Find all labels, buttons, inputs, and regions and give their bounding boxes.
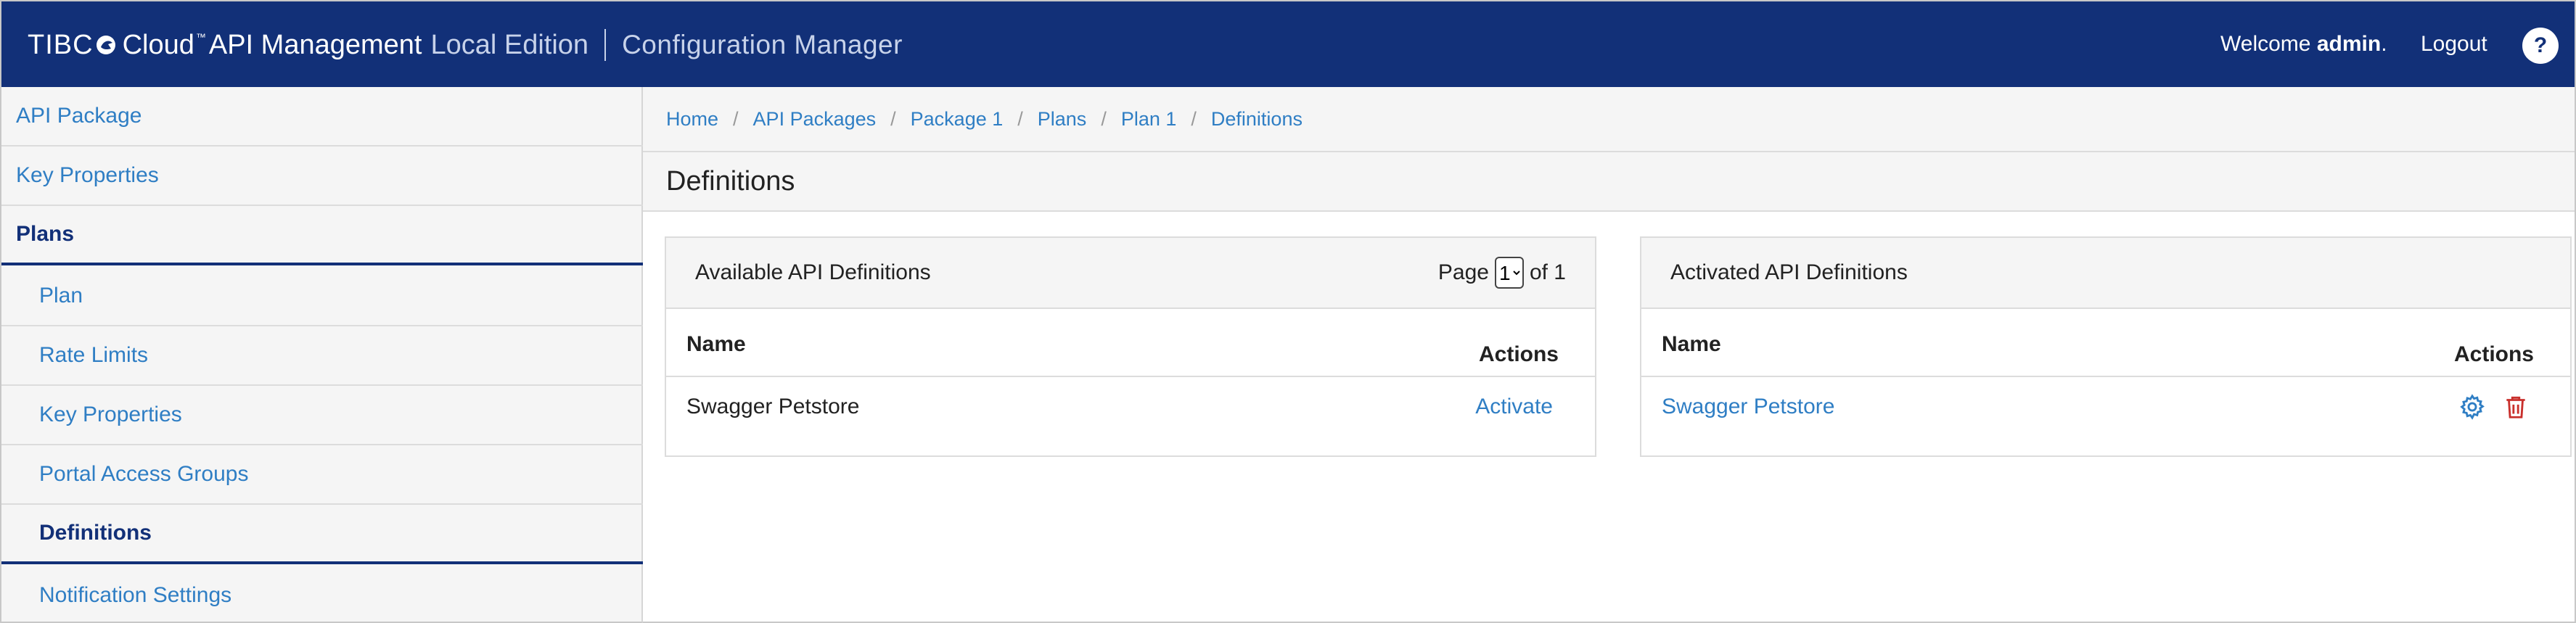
definition-name: Swagger Petstore: [686, 395, 860, 418]
pagination: Page 1 of 1: [1438, 257, 1566, 289]
row-actions: [2458, 393, 2530, 421]
sidebar-item-label: Notification Settings: [39, 583, 232, 607]
available-table-header: Name Actions: [666, 309, 1595, 377]
welcome-suffix: .: [2381, 32, 2387, 56]
column-name: Name: [686, 332, 746, 356]
brand-logo: TIBC Cloud ™ API Management Local Editio…: [28, 28, 903, 62]
sidebar-item-label: Portal Access Groups: [39, 462, 249, 486]
breadcrumb-separator: /: [1101, 107, 1107, 130]
brand-trademark: ™: [195, 31, 206, 43]
page-label: Page: [1437, 260, 1489, 284]
breadcrumb: Home / API Packages / Package 1 / Plans …: [643, 87, 2575, 152]
brand-cloud: Cloud: [122, 29, 194, 60]
main-content: Home / API Packages / Package 1 / Plans …: [643, 87, 2576, 623]
table-row: Swagger Petstore: [1641, 377, 2570, 455]
sidebar-item-rate-limits[interactable]: Rate Limits: [1, 326, 643, 386]
available-panel-header: Available API Definitions Page 1 of 1: [666, 238, 1595, 309]
app-name: Configuration Manager: [622, 30, 903, 59]
welcome-prefix: Welcome: [2220, 32, 2311, 56]
help-button[interactable]: ?: [2522, 28, 2559, 64]
sidebar-item-label: Plan: [39, 284, 83, 308]
column-actions: Actions: [1478, 342, 1559, 366]
logout-link[interactable]: Logout: [2421, 32, 2487, 57]
page-select[interactable]: 1: [1494, 257, 1524, 289]
welcome-text: Welcome admin.: [2220, 32, 2387, 57]
breadcrumb-separator: /: [1017, 107, 1023, 130]
page-title: Definitions: [643, 152, 2575, 212]
sidebar-item-portal-access-groups[interactable]: Portal Access Groups: [1, 445, 643, 505]
breadcrumb-definitions[interactable]: Definitions: [1211, 108, 1303, 131]
brand-edition: Local Edition: [430, 29, 589, 60]
breadcrumb-separator: /: [890, 107, 896, 130]
sidebar-item-label: Key Properties: [16, 163, 159, 187]
column-name: Name: [1662, 332, 1721, 356]
brand-apim: API Management: [208, 29, 422, 60]
page-of-label: of 1: [1529, 260, 1566, 284]
sidebar-item-label: API Package: [16, 104, 142, 128]
activated-panel-header: Activated API Definitions: [1641, 238, 2570, 309]
breadcrumb-plan[interactable]: Plan 1: [1121, 108, 1177, 131]
activate-link[interactable]: Activate: [1475, 395, 1553, 419]
brand-tibco: TIBC: [28, 29, 94, 60]
sidebar-item-key-properties[interactable]: Key Properties: [1, 147, 643, 206]
gear-icon[interactable]: [2458, 393, 2486, 421]
sidebar-item-notification-settings[interactable]: Notification Settings: [1, 566, 643, 623]
sidebar-item-plan[interactable]: Plan: [1, 267, 643, 326]
sidebar-item-label: Key Properties: [39, 403, 182, 426]
sidebar-item-definitions[interactable]: Definitions: [1, 505, 643, 564]
definition-name-link[interactable]: Swagger Petstore: [1662, 395, 1834, 419]
username: admin: [2316, 32, 2382, 56]
activated-definitions-panel: Activated API Definitions Name Actions S…: [1640, 236, 2572, 457]
table-row: Swagger Petstore Activate: [666, 377, 1595, 455]
sidebar-item-plans[interactable]: Plans: [1, 206, 643, 265]
breadcrumb-package[interactable]: Package 1: [911, 108, 1004, 131]
breadcrumb-home[interactable]: Home: [666, 108, 718, 131]
brand-divider: [604, 29, 607, 61]
sidebar: API Package Key Properties Plans Plan Ra…: [0, 87, 643, 623]
available-definitions-panel: Available API Definitions Page 1 of 1 Na…: [665, 236, 1596, 457]
activated-table-header: Name Actions: [1641, 309, 2570, 377]
column-actions: Actions: [2453, 342, 2534, 366]
activated-panel-title: Activated API Definitions: [1670, 260, 1908, 284]
sidebar-item-label: Plans: [16, 222, 75, 246]
breadcrumb-api-packages[interactable]: API Packages: [753, 108, 877, 131]
sidebar-item-label: Definitions: [39, 521, 152, 545]
tibco-logo-icon: [96, 36, 115, 54]
breadcrumb-separator: /: [733, 107, 739, 130]
trash-icon[interactable]: [2502, 393, 2530, 421]
available-panel-title: Available API Definitions: [695, 260, 931, 284]
sidebar-item-api-package[interactable]: API Package: [1, 87, 643, 147]
top-navbar: TIBC Cloud ™ API Management Local Editio…: [0, 0, 2576, 87]
breadcrumb-separator: /: [1191, 107, 1197, 130]
breadcrumb-plans[interactable]: Plans: [1038, 108, 1087, 131]
sidebar-item-plan-key-properties[interactable]: Key Properties: [1, 386, 643, 445]
sidebar-item-label: Rate Limits: [39, 343, 149, 367]
